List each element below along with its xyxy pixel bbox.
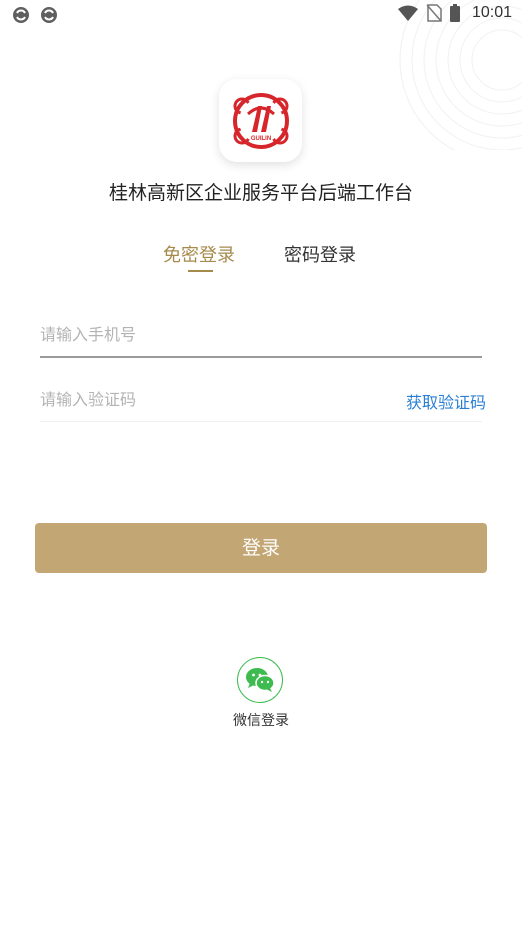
code-input-underline [40, 421, 482, 422]
phone-input-underline [40, 356, 482, 358]
sync-icon [41, 7, 57, 23]
active-tab-indicator [188, 270, 213, 272]
verification-code-input[interactable] [40, 377, 380, 421]
wechat-login-button[interactable] [237, 657, 283, 703]
battery-icon [449, 4, 460, 22]
status-time: 10:01 [471, 4, 512, 21]
tab-password-login[interactable]: 密码登录 [284, 244, 356, 268]
login-screen: 10:01 GUILIN 桂林高新区企业服务平台后端工作台 免密登录 密码登录 … [0, 0, 522, 928]
status-right-icons: 10:01 [397, 4, 512, 22]
phone-input[interactable] [40, 312, 482, 356]
wechat-login-label: 微信登录 [233, 713, 289, 729]
no-sim-icon [426, 4, 442, 22]
sync-icon [13, 7, 29, 23]
status-bar: 10:01 [0, 0, 522, 30]
wifi-icon [397, 5, 418, 21]
status-left-icons [12, 6, 58, 24]
login-button[interactable]: 登录 [35, 523, 487, 573]
app-title: 桂林高新区企业服务平台后端工作台 [108, 182, 413, 204]
get-code-button[interactable]: 获取验证码 [406, 389, 486, 413]
wechat-icon [246, 668, 275, 692]
svg-text:GUILIN: GUILIN [250, 136, 270, 142]
guilin-logo-icon: GUILIN [232, 92, 289, 149]
app-logo: GUILIN [219, 79, 302, 162]
tab-passwordless-login[interactable]: 免密登录 [163, 244, 235, 268]
